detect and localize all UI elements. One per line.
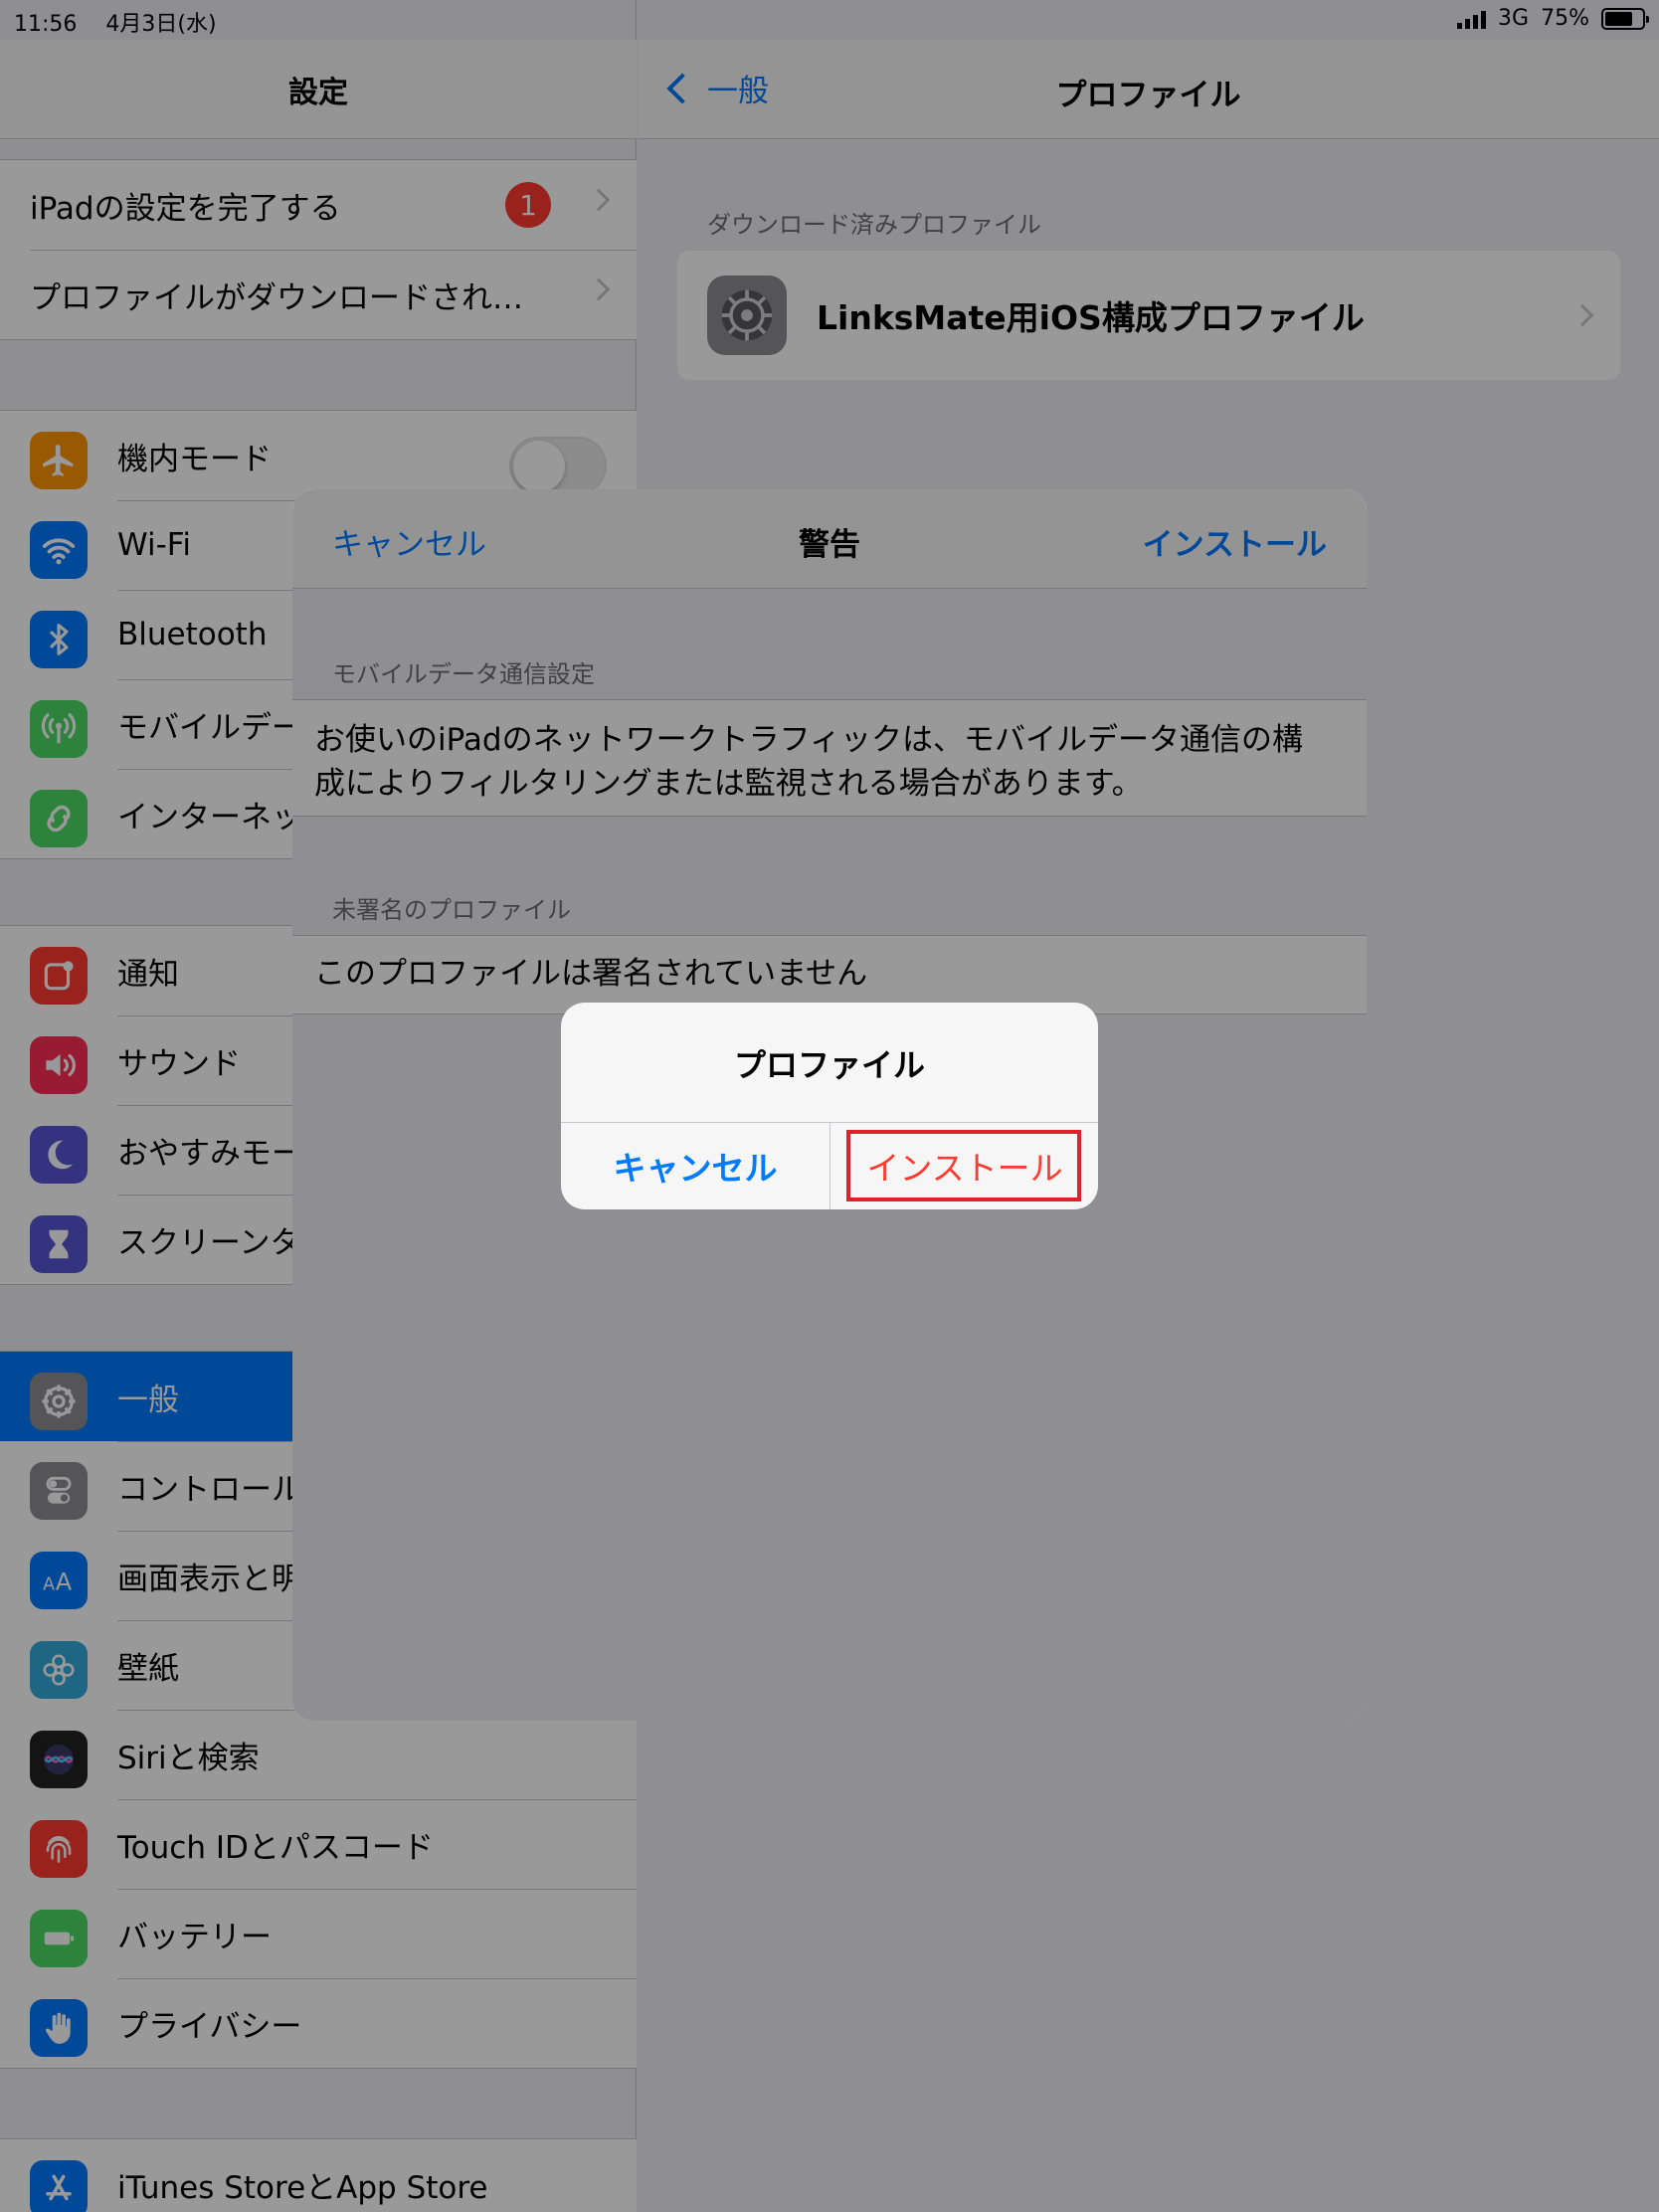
alert-cancel-button[interactable]: キャンセル <box>561 1122 830 1209</box>
alert-title: プロファイル <box>733 1046 925 1084</box>
highlight-box <box>846 1130 1081 1201</box>
